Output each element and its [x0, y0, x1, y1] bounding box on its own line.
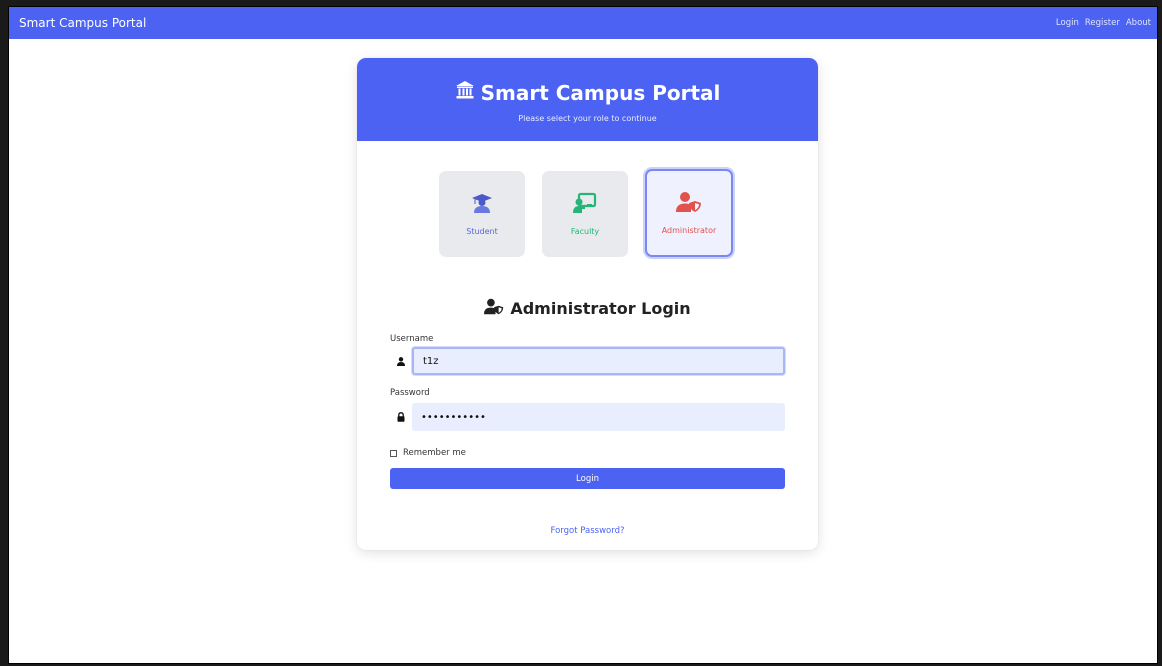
role-label-administrator: Administrator [661, 226, 717, 235]
login-title: Administrator Login [510, 299, 691, 318]
user-shield-icon [484, 298, 504, 319]
top-navbar: Smart Campus Portal Login Register About [9, 7, 1157, 39]
remember-me-row: Remember me [390, 448, 466, 458]
username-label: Username [390, 334, 434, 344]
role-card-faculty[interactable]: Faculty [542, 171, 628, 257]
remember-me-label: Remember me [403, 448, 466, 458]
graduate-icon [471, 192, 493, 218]
login-card: Smart Campus Portal Please select your r… [357, 58, 818, 550]
role-label-faculty: Faculty [570, 227, 600, 236]
nav-link-about[interactable]: About [1126, 18, 1151, 28]
login-button[interactable]: Login [390, 468, 785, 489]
teacher-board-icon [573, 192, 597, 218]
browser-viewport: Smart Campus Portal Login Register About [8, 6, 1158, 664]
role-selector: Student Faculty Administrator [439, 169, 733, 257]
header-title-row: Smart Campus Portal [357, 58, 818, 105]
header-subtitle: Please select your role to continue [518, 114, 657, 123]
card-header: Smart Campus Portal Please select your r… [357, 58, 818, 141]
nav-link-register[interactable]: Register [1085, 18, 1120, 28]
bank-icon [455, 80, 475, 105]
password-row [390, 403, 785, 431]
username-input[interactable] [412, 347, 785, 375]
password-label: Password [390, 388, 430, 398]
password-input[interactable] [412, 403, 785, 431]
username-row [390, 347, 785, 375]
user-icon [390, 347, 412, 375]
role-label-student: Student [466, 227, 498, 236]
forgot-password-link[interactable]: Forgot Password? [357, 526, 818, 536]
nav-links: Login Register About [1056, 18, 1151, 28]
lock-icon [390, 403, 412, 431]
role-card-administrator[interactable]: Administrator [645, 169, 733, 257]
header-title: Smart Campus Portal [480, 80, 721, 105]
navbar-brand[interactable]: Smart Campus Portal [19, 16, 146, 30]
login-heading: Administrator Login [357, 298, 818, 319]
user-shield-icon [676, 191, 702, 217]
remember-me-checkbox[interactable] [390, 449, 397, 457]
nav-link-login[interactable]: Login [1056, 18, 1079, 28]
role-card-student[interactable]: Student [439, 171, 525, 257]
